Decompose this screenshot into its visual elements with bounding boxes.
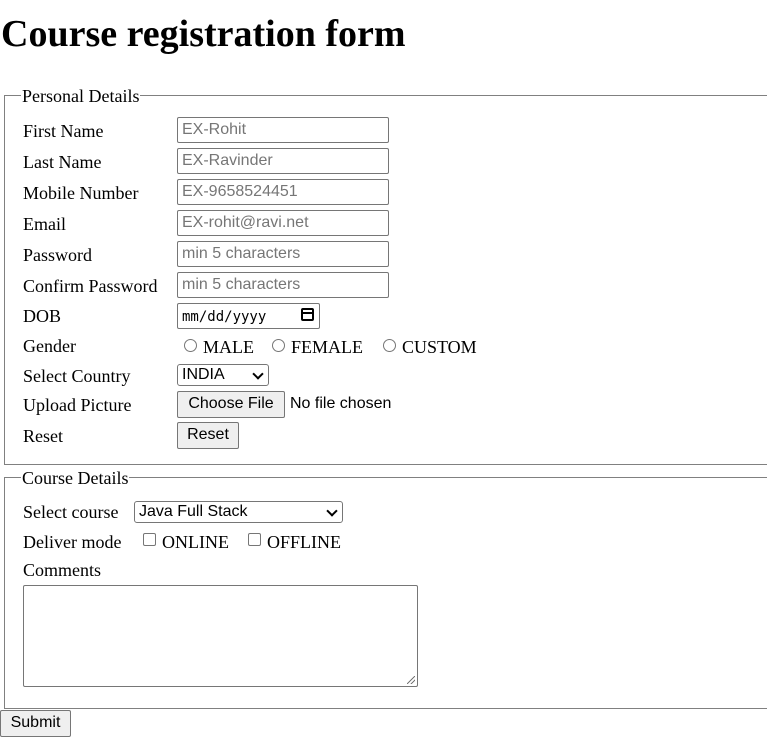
personal-details-legend: Personal Details bbox=[21, 86, 141, 106]
mobile-number-label: Mobile Number bbox=[23, 183, 139, 203]
password-label: Password bbox=[23, 245, 93, 265]
gender-male-label: MALE bbox=[203, 337, 254, 357]
gender-label: Gender bbox=[23, 336, 76, 356]
reset-label: Reset bbox=[23, 426, 63, 446]
gender-female-label: FEMALE bbox=[291, 337, 363, 357]
deliver-mode-label: Deliver mode bbox=[23, 532, 122, 552]
first-name-label: First Name bbox=[23, 121, 104, 141]
dob-label: DOB bbox=[23, 306, 62, 326]
course-select[interactable]: Java Full Stack bbox=[134, 501, 343, 523]
file-status-text: No file chosen bbox=[290, 395, 392, 412]
gender-male-radio[interactable] bbox=[184, 339, 197, 352]
mobile-number-input[interactable]: EX-9658524451 bbox=[177, 179, 389, 205]
chevron-down-icon bbox=[252, 368, 264, 380]
gender-custom-radio[interactable] bbox=[383, 339, 396, 352]
comments-label: Comments bbox=[23, 560, 102, 580]
country-selected-value: INDIA bbox=[182, 366, 225, 383]
course-selected-value: Java Full Stack bbox=[139, 503, 248, 520]
gender-female-radio[interactable] bbox=[272, 339, 285, 352]
select-country-label: Select Country bbox=[23, 366, 131, 386]
course-details-legend: Course Details bbox=[21, 468, 130, 488]
offline-label: OFFLINE bbox=[267, 532, 342, 552]
upload-picture-label: Upload Picture bbox=[23, 395, 132, 415]
select-course-label: Select course bbox=[23, 502, 119, 522]
resize-grip-icon[interactable] bbox=[407, 676, 415, 684]
online-label: ONLINE bbox=[162, 532, 229, 552]
page-title: Course registration form bbox=[1, 13, 406, 55]
first-name-input[interactable]: EX-Rohit bbox=[177, 117, 389, 143]
password-input[interactable]: min 5 characters bbox=[177, 241, 389, 267]
confirm-password-label: Confirm Password bbox=[23, 276, 158, 296]
email-input[interactable]: EX-rohit@ravi.net bbox=[177, 210, 389, 236]
chevron-down-icon bbox=[326, 505, 338, 517]
comments-textarea[interactable] bbox=[23, 585, 418, 687]
calendar-icon[interactable] bbox=[301, 308, 314, 321]
email-label: Email bbox=[23, 214, 66, 234]
reset-button[interactable]: Reset bbox=[177, 422, 239, 449]
dob-value: mm/dd/yyyy bbox=[182, 309, 267, 325]
submit-button[interactable]: Submit bbox=[0, 710, 71, 737]
gender-custom-label: CUSTOM bbox=[402, 337, 477, 357]
confirm-password-input[interactable]: min 5 characters bbox=[177, 272, 389, 298]
last-name-label: Last Name bbox=[23, 152, 102, 172]
dob-date-input[interactable]: mm/dd/yyyy bbox=[177, 303, 320, 329]
choose-file-button[interactable]: Choose File bbox=[177, 391, 285, 418]
online-checkbox[interactable] bbox=[143, 533, 156, 546]
country-select[interactable]: INDIA bbox=[177, 364, 269, 386]
last-name-input[interactable]: EX-Ravinder bbox=[177, 148, 389, 174]
offline-checkbox[interactable] bbox=[248, 533, 261, 546]
